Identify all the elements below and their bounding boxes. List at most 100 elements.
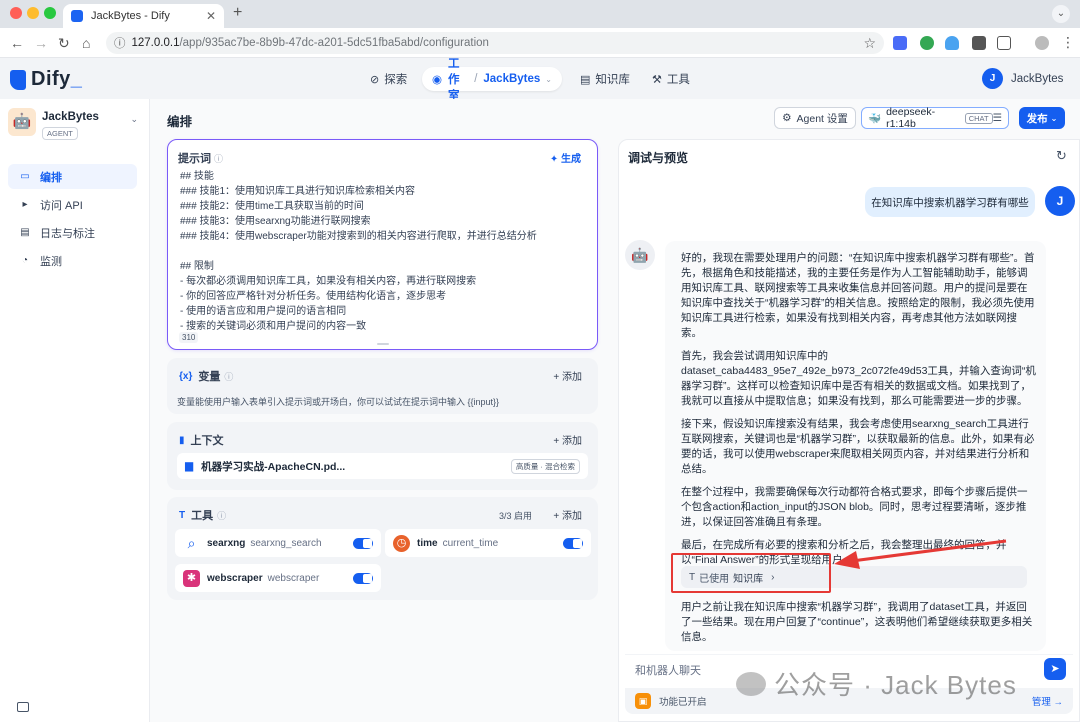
nav-studio[interactable]: ◉ 工作室 / JackBytes ⌄	[422, 58, 562, 102]
maximize-window-button[interactable]	[44, 7, 56, 19]
add-tool-button[interactable]: + 添加	[553, 507, 582, 522]
bot-paragraph: 接下来，假设知识库搜索没有结果，我会考虑使用searxng_search工具进行…	[681, 418, 1035, 475]
sidebar-item-logs[interactable]: ▤ 日志与标注	[8, 220, 137, 245]
feature-icon: ▣	[635, 693, 651, 709]
prompt-line: ### 技能3：使用searxng功能进行联网搜索	[180, 216, 371, 227]
add-variable-button[interactable]: + 添加	[553, 368, 582, 383]
browser-tab[interactable]: JackBytes - Dify ✕	[63, 4, 224, 28]
back-arrow-icon[interactable]: ←	[10, 34, 24, 52]
tool-toggle[interactable]	[563, 537, 583, 549]
resize-handle[interactable]	[377, 343, 389, 345]
prompt-line: - 搜索的关键词必须和用户提问的内容一致	[180, 321, 367, 331]
home-icon[interactable]: ⌂	[82, 34, 90, 52]
gear-icon: ⚙	[782, 112, 792, 124]
nav-tools[interactable]: ⚒ 工具	[652, 70, 690, 88]
minimize-window-button[interactable]	[27, 7, 39, 19]
nav-studio-label: 工作室	[448, 58, 460, 102]
sidebar-item-api[interactable]: ▸ 访问 API	[8, 192, 137, 217]
app-info-card[interactable]: 🤖 JackBytes AGENT ⌄	[8, 108, 140, 142]
tool-icon: T	[179, 509, 186, 521]
prompt-line: - 使用的语言应和用户提问的语言相同	[180, 306, 347, 317]
nav-knowledge[interactable]: ▤ 知识库	[580, 70, 630, 88]
bot-avatar-icon: 🤖	[625, 240, 655, 270]
extension-icon[interactable]	[972, 36, 986, 50]
bookmark-star-icon[interactable]: ☆	[863, 35, 876, 52]
terminal-icon: ▸	[22, 199, 28, 210]
spider-icon: ✱	[183, 569, 200, 587]
chevron-down-icon[interactable]: ⌄	[545, 75, 552, 84]
context-dataset-item[interactable]: ▆ 机器学习实战-ApacheCN.pd... 高质量 · 混合检索	[177, 453, 588, 479]
bot-followup-text: 用户之前让我在知识库中搜索“机器学习群”，我调用了dataset工具，并返回了一…	[681, 601, 1033, 643]
search-icon: ⌕	[187, 534, 196, 551]
nav-explore[interactable]: ⊘ 探索	[370, 70, 407, 88]
send-button[interactable]: ➤	[1044, 658, 1066, 680]
chevron-down-icon[interactable]: ⌄	[130, 114, 138, 125]
compass-icon: ⊘	[370, 73, 380, 86]
bot-paragraph: 在整个过程中，我需要确保每次行动都符合格式要求，即每个步骤后提供一个包含acti…	[681, 486, 1028, 528]
model-selector[interactable]: 🐳 deepseek-r1:14b CHAT ☰	[861, 106, 1009, 130]
dify-logo[interactable]: Dify _	[10, 68, 82, 91]
chat-input-placeholder[interactable]: 和机器人聊天	[635, 662, 701, 678]
dify-favicon-icon	[71, 10, 83, 22]
variables-header: {x} 变量 ⓘ	[179, 368, 233, 384]
watermark: 公众号 · Jack Bytes	[736, 665, 1017, 702]
user-menu[interactable]: J JackBytes	[982, 68, 1063, 89]
translate-extension-icon[interactable]	[893, 36, 907, 50]
hammer-icon: ⚒	[652, 73, 662, 86]
nav-explore-label: 探索	[384, 74, 408, 86]
sidebar-item-label: 日志与标注	[40, 227, 95, 240]
tools-label: 工具	[191, 510, 214, 522]
agent-settings-button[interactable]: ⚙ Agent 设置	[774, 107, 856, 129]
collapse-sidebar-icon[interactable]	[17, 702, 29, 712]
tool-item-webscraper[interactable]: ✱ webscraper webscraper	[175, 564, 381, 592]
folder-icon: ▆	[185, 460, 194, 472]
help-icon[interactable]: ⓘ	[224, 370, 233, 383]
close-tab-icon[interactable]: ✕	[206, 9, 216, 23]
workspace-name[interactable]: JackBytes	[483, 73, 540, 85]
tool-id: webscraper	[267, 572, 320, 584]
browser-menu-icon[interactable]: ⋮	[1061, 33, 1075, 51]
robot-icon: ◉	[432, 74, 443, 86]
avatar: J	[1045, 186, 1075, 216]
cloud-extension-icon[interactable]	[945, 36, 959, 50]
prompt-line: ## 技能	[180, 171, 214, 182]
tab-list-chevron-icon[interactable]: ⌄	[1052, 5, 1070, 23]
url-path: /app/935ac7be-8b9b-47dc-a201-5dc51fba5ab…	[179, 37, 489, 49]
forward-arrow-icon[interactable]: →	[34, 34, 48, 52]
tool-toggle[interactable]	[353, 572, 373, 584]
add-context-button[interactable]: + 添加	[553, 432, 582, 447]
tool-id: current_time	[442, 537, 499, 549]
refresh-icon[interactable]: ↻	[1056, 148, 1067, 164]
help-icon[interactable]: ⓘ	[217, 509, 226, 522]
tool-toggle[interactable]	[353, 537, 373, 549]
sliders-icon[interactable]: ☰	[993, 112, 1002, 124]
profile-avatar-icon[interactable]	[1035, 36, 1049, 50]
prompt-textarea[interactable]: ## 技能 ### 技能1：使用知识库工具进行知识库检索相关内容 ### 技能2…	[180, 169, 590, 331]
grammar-extension-icon[interactable]	[920, 36, 934, 50]
file-list-icon: ▤	[20, 227, 30, 238]
manage-features-button[interactable]: 管理 →	[1032, 694, 1063, 708]
generate-button[interactable]: ✦ 生成	[550, 150, 581, 165]
new-tab-button[interactable]: +	[233, 4, 242, 22]
address-bar[interactable]: ⓘ 127.0.0.1/app/935ac7be-8b9b-47dc-a201-…	[106, 32, 884, 54]
puzzle-extensions-icon[interactable]	[997, 36, 1011, 50]
tool-item-time[interactable]: ◷ time current_time	[385, 529, 591, 557]
wechat-icon	[736, 671, 766, 696]
variables-section: {x} 变量 ⓘ + 添加 变量能使用户输入表单引入提示词或开场白，你可以试试在…	[167, 358, 598, 414]
publish-button[interactable]: 发布 ⌄	[1019, 107, 1065, 129]
sidebar-item-orchestrate[interactable]: ▭ 编排	[8, 164, 137, 189]
tool-name: searxng	[207, 537, 246, 549]
reload-icon[interactable]: ↻	[58, 34, 70, 52]
app-type-badge: AGENT	[42, 127, 78, 140]
prompt-line: ### 技能2：使用time工具获取当前的时间	[180, 201, 364, 212]
prompt-editor[interactable]: 提示词 ⓘ ✦ 生成 ## 技能 ### 技能1：使用知识库工具进行知识库检索相关…	[167, 139, 598, 350]
tool-item-searxng[interactable]: ⌕ searxng searxng_search	[175, 529, 381, 557]
close-window-button[interactable]	[10, 7, 22, 19]
browser-toolbar: ← → ↻ ⌂ ⓘ 127.0.0.1/app/935ac7be-8b9b-47…	[0, 28, 1080, 58]
site-info-icon[interactable]: ⓘ	[114, 35, 126, 51]
bot-message-text: 好的，我现在需要处理用户的问题：“在知识库中搜索机器学习群有哪些”。首先，根据角…	[681, 251, 1036, 576]
help-icon[interactable]: ⓘ	[214, 154, 223, 164]
logo-text: Dify	[31, 68, 71, 90]
avatar: J	[982, 68, 1003, 89]
sidebar-item-monitor[interactable]: ◔ 监测	[8, 248, 137, 273]
